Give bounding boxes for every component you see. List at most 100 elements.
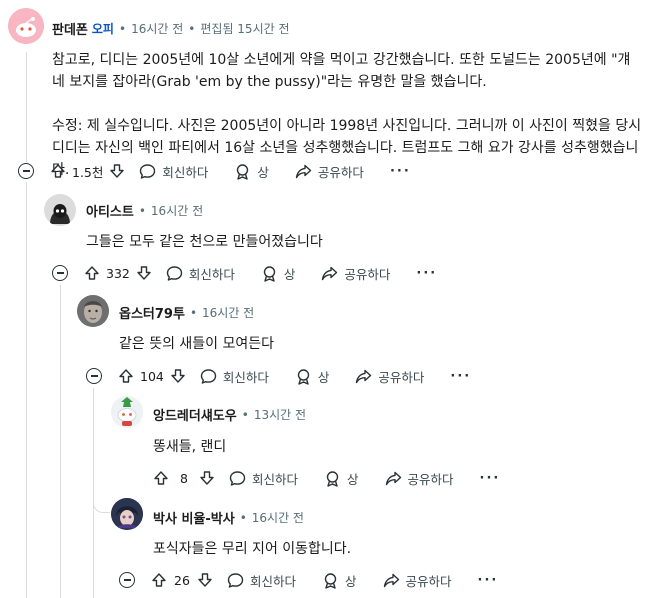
award-icon <box>297 368 310 385</box>
reply-label: 회신하다 <box>222 369 269 385</box>
vote-control: 104 <box>118 368 186 384</box>
comment-body: 똥새들, 랜디 <box>153 436 643 458</box>
thread-branch <box>93 488 110 513</box>
vote-score: 1.5천 <box>72 164 104 180</box>
comment-header: 앙드레더섀도우 • 13시간 전 <box>153 405 307 425</box>
award-button[interactable]: 상 <box>324 469 359 488</box>
reply-icon <box>229 470 246 486</box>
reply-label: 회신하다 <box>252 471 299 487</box>
reply-button[interactable]: 회신하다 <box>166 264 235 283</box>
collapse-icon[interactable] <box>86 368 102 384</box>
downvote-icon[interactable] <box>197 572 213 588</box>
thread-line-level-0-cont <box>26 182 27 598</box>
collapse-icon[interactable] <box>52 265 68 281</box>
award-button[interactable]: 상 <box>234 162 269 181</box>
comment-actions: 26 회신하다 상 공유하다 ··· <box>119 566 498 594</box>
timestamp: 16시간 전 <box>131 22 184 36</box>
collapse-icon[interactable] <box>119 572 135 588</box>
upvote-icon[interactable] <box>151 572 167 588</box>
thread-line-level-1 <box>60 285 61 598</box>
comment-header: 박사 비율-박사 • 16시간 전 <box>153 508 304 528</box>
comment-body: 포식자들은 무리 지어 이동합니다. <box>153 538 643 560</box>
collapse-icon[interactable] <box>18 163 34 179</box>
upvote-icon[interactable] <box>50 163 66 179</box>
upvote-icon[interactable] <box>118 368 134 384</box>
vote-score: 104 <box>140 368 164 384</box>
reply-button[interactable]: 회신하다 <box>229 469 298 488</box>
share-button[interactable]: 공유하다 <box>355 367 424 386</box>
reply-label: 회신하다 <box>250 573 297 589</box>
avatar[interactable] <box>8 8 44 44</box>
author-name[interactable]: 판데폰 <box>52 19 88 38</box>
award-button[interactable]: 상 <box>322 571 357 590</box>
more-icon[interactable]: ··· <box>478 573 499 588</box>
downvote-icon[interactable] <box>109 163 125 179</box>
share-icon <box>295 164 312 178</box>
timestamp: 16시간 전 <box>202 306 255 320</box>
vote-score: 8 <box>180 470 188 486</box>
share-label: 공유하다 <box>378 369 425 385</box>
award-icon <box>324 572 337 589</box>
share-button[interactable]: 공유하다 <box>321 264 390 283</box>
avatar[interactable] <box>111 396 143 428</box>
comment-paragraph: 포식자들은 무리 지어 이동합니다. <box>153 541 352 557</box>
author-name[interactable]: 앙드레더섀도우 <box>153 405 237 424</box>
reply-icon <box>140 163 156 179</box>
award-button[interactable]: 상 <box>295 367 330 386</box>
downvote-icon[interactable] <box>170 368 186 384</box>
more-icon[interactable]: ··· <box>416 266 437 281</box>
comment-paragraph: 그들은 모두 같은 천으로 만들어졌습니다 <box>86 234 323 250</box>
award-icon <box>237 163 249 180</box>
op-badge: 오피 <box>91 22 114 36</box>
vote-control: 26 <box>151 572 213 588</box>
more-icon[interactable]: ··· <box>450 369 471 384</box>
author-name[interactable]: 아티스트 <box>86 201 134 220</box>
avatar[interactable] <box>111 498 143 530</box>
award-label: 상 <box>283 266 296 282</box>
separator-dot: • <box>188 21 196 36</box>
comment-actions: 8 회신하다 상 공유하다 ··· <box>153 464 500 492</box>
comment-paragraph: 똥새들, 랜디 <box>153 439 227 455</box>
upvote-icon[interactable] <box>84 265 100 281</box>
reply-icon <box>227 572 244 588</box>
reply-button[interactable]: 회신하다 <box>139 162 208 181</box>
upvote-icon[interactable] <box>153 470 169 486</box>
hooded-avatar-icon <box>44 194 76 226</box>
share-button[interactable]: 공유하다 <box>385 469 454 488</box>
reply-icon <box>166 265 183 281</box>
share-icon <box>385 471 401 485</box>
comment-header: 판데폰 오피 • 16시간 전 • 편집됨 15시간 전 <box>52 19 290 39</box>
author-name[interactable]: 옵스터79투 <box>119 303 185 322</box>
more-icon[interactable]: ··· <box>390 164 411 179</box>
share-icon <box>322 266 338 280</box>
share-label: 공유하다 <box>407 471 454 487</box>
edited-label: 편집됨 15시간 전 <box>200 22 290 36</box>
share-icon <box>383 573 399 587</box>
more-icon[interactable]: ··· <box>480 471 501 486</box>
award-label: 상 <box>345 573 357 589</box>
snoo-avatar-icon <box>8 8 44 44</box>
share-button[interactable]: 공유하다 <box>383 571 452 590</box>
timestamp: 16시간 전 <box>150 204 204 218</box>
reply-label: 회신하다 <box>162 164 209 180</box>
separator-dot: • <box>118 21 127 36</box>
reply-button[interactable]: 회신하다 <box>227 571 296 590</box>
comment-paragraph: 같은 뜻의 새들이 모여든다 <box>119 336 275 352</box>
vote-score: 26 <box>174 572 190 588</box>
award-button[interactable]: 상 <box>261 264 296 283</box>
vote-score: 332 <box>106 265 130 281</box>
avatar[interactable] <box>44 194 76 226</box>
comment-actions: 332 회신하다 상 공유하다 ··· <box>52 259 437 287</box>
award-label: 상 <box>257 164 269 180</box>
award-label: 상 <box>347 471 359 487</box>
author-name[interactable]: 박사 비율-박사 <box>153 508 235 527</box>
downvote-icon[interactable] <box>199 470 215 486</box>
share-button[interactable]: 공유하다 <box>295 162 364 181</box>
award-label: 상 <box>317 369 330 385</box>
comment-header: 아티스트 • 16시간 전 <box>86 201 204 221</box>
share-icon <box>356 369 372 383</box>
timestamp: 13시간 전 <box>253 408 307 422</box>
reply-button[interactable]: 회신하다 <box>200 367 269 386</box>
downvote-icon[interactable] <box>136 265 152 281</box>
avatar[interactable] <box>77 295 109 327</box>
